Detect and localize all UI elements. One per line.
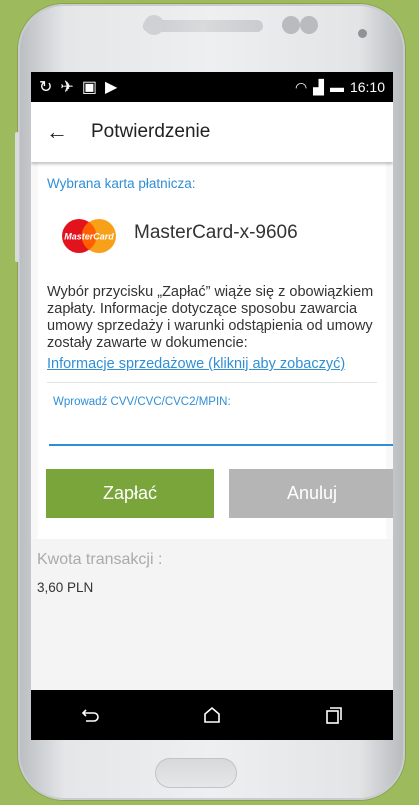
- navigation-bar: [31, 690, 393, 740]
- back-arrow-icon[interactable]: ←: [31, 119, 83, 145]
- phone-screen: ↻ ✈ ▣ ▶ ◠ ▟ ▬ 16:10 ← Potwierdzenie Wybr…: [31, 72, 393, 740]
- page-title: Potwierdzenie: [91, 121, 211, 142]
- mastercard-logo: MasterCard: [62, 219, 116, 253]
- payment-card-container: Wybrana karta płatnicza: MasterCard Mast…: [38, 162, 393, 539]
- signal-icon: ▟: [313, 78, 324, 95]
- amount-label: Kwota transakcji :: [37, 551, 163, 568]
- amount-value: 3,60 PLN: [37, 580, 94, 595]
- home-nav-icon[interactable]: [201, 704, 223, 726]
- notification-icons: ↻ ✈ ▣ ▶: [39, 77, 117, 97]
- divider: [47, 382, 377, 383]
- status-time: 16:10: [349, 79, 385, 95]
- proximity-sensor: [282, 16, 300, 34]
- wifi-icon: ◠: [294, 78, 308, 95]
- mastercard-logo-text: MasterCard: [64, 232, 114, 242]
- status-bar: ↻ ✈ ▣ ▶ ◠ ▟ ▬ 16:10: [31, 72, 393, 102]
- pay-button[interactable]: Zapłać: [46, 469, 214, 518]
- cvv-input[interactable]: [49, 414, 393, 446]
- cancel-button[interactable]: Anuluj: [229, 469, 393, 518]
- recents-nav-icon[interactable]: [322, 704, 344, 726]
- airplane-icon: ✈: [60, 79, 74, 96]
- sales-info-link[interactable]: Informacje sprzedażowe (kliknij aby zoba…: [47, 356, 345, 372]
- phone-frame: ↻ ✈ ▣ ▶ ◠ ▟ ▬ 16:10 ← Potwierdzenie Wybr…: [15, 4, 405, 800]
- sync-icon: ↻: [39, 79, 53, 96]
- light-sensor: [300, 16, 318, 34]
- front-camera: [144, 15, 164, 35]
- back-nav-icon[interactable]: [80, 704, 102, 726]
- app-bar: ← Potwierdzenie: [31, 102, 393, 162]
- video-icon: ▶: [104, 79, 118, 96]
- payment-info-text: Wybór przycisku „Zapłać” wiąże się z obo…: [47, 284, 374, 351]
- payment-panel: Wybrana karta płatnicza: MasterCard Mast…: [31, 162, 393, 539]
- battery-icon: ▬: [329, 79, 344, 95]
- system-icons: ◠ ▟ ▬ 16:10: [295, 79, 385, 96]
- physical-home-button[interactable]: [155, 758, 237, 788]
- card-name[interactable]: MasterCard-x-9606: [134, 222, 298, 244]
- cvv-label: Wprowadź CVV/CVC/CVC2/MPIN:: [53, 396, 231, 408]
- section-label: Wybrana karta płatnicza:: [47, 176, 196, 191]
- bag-icon: ▣: [81, 79, 97, 96]
- side-button: [15, 132, 19, 262]
- notification-led: [358, 29, 367, 38]
